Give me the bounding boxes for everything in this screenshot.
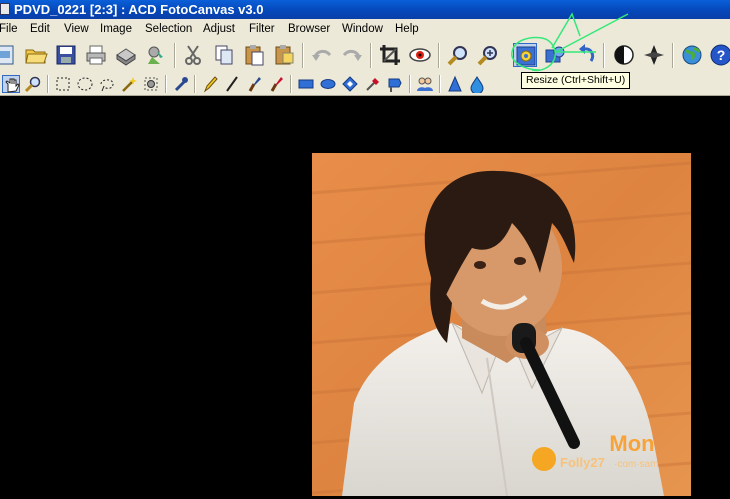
menu-edit[interactable]: Edit [30, 19, 50, 39]
separator [439, 75, 441, 93]
cut-icon[interactable] [181, 43, 205, 67]
app-icon[interactable] [0, 3, 10, 15]
separator [672, 43, 674, 68]
separator [438, 43, 440, 68]
separator [603, 43, 605, 68]
contrast-icon[interactable] [612, 43, 636, 67]
eyedropper-icon[interactable] [172, 75, 190, 93]
separator [174, 43, 176, 68]
resize-icon[interactable] [513, 43, 537, 67]
separator [165, 75, 167, 93]
sharpen-tool-icon[interactable] [446, 75, 464, 93]
paste-icon[interactable] [242, 43, 266, 67]
watermark-logo: Mon [609, 431, 654, 456]
flip-icon[interactable] [573, 43, 597, 67]
separator [290, 75, 292, 93]
main-toolbar: ? [0, 39, 730, 72]
web-icon[interactable] [680, 43, 704, 67]
new-icon[interactable] [0, 43, 18, 67]
menu-help[interactable]: Help [395, 19, 419, 39]
undo-icon[interactable] [310, 43, 334, 67]
clone-icon[interactable] [142, 75, 160, 93]
sharpen-icon[interactable] [642, 43, 666, 67]
separator [47, 75, 49, 93]
polygon-icon[interactable] [341, 75, 359, 93]
print-icon[interactable] [84, 43, 108, 67]
resize-tooltip: Resize (Ctrl+Shift+U) [521, 72, 631, 89]
zoom-tool-icon[interactable] [24, 75, 42, 93]
menu-file[interactable]: File [0, 19, 18, 39]
rect-select-icon[interactable] [54, 75, 72, 93]
menu-adjust[interactable]: Adjust [203, 19, 235, 39]
airbrush-icon[interactable] [267, 75, 285, 93]
magic-wand-icon[interactable] [120, 75, 138, 93]
menu-browser[interactable]: Browser [288, 19, 330, 39]
separator [194, 75, 196, 93]
watermark-site: Folly27 [560, 455, 605, 470]
photo-image[interactable]: Mon Folly27 ·com·sam [312, 153, 691, 496]
line-icon[interactable] [223, 75, 241, 93]
lasso-icon[interactable] [98, 75, 116, 93]
help-icon[interactable]: ? [709, 43, 730, 67]
zoom-out-icon[interactable] [446, 43, 470, 67]
menu-view[interactable]: View [64, 19, 89, 39]
separator [302, 43, 304, 68]
menu-filter[interactable]: Filter [249, 19, 275, 39]
ellipse-select-icon[interactable] [76, 75, 94, 93]
menu-bar: File Edit View Image Selection Adjust Fi… [0, 19, 730, 39]
separator [409, 75, 411, 93]
menu-window[interactable]: Window [342, 19, 383, 39]
blur-tool-icon[interactable] [468, 75, 486, 93]
fill-icon[interactable] [364, 75, 382, 93]
rotate-icon[interactable] [543, 43, 567, 67]
svg-text:?: ? [717, 47, 726, 63]
menu-image[interactable]: Image [100, 19, 132, 39]
pencil-icon[interactable] [201, 75, 219, 93]
ellipse-icon[interactable] [319, 75, 337, 93]
watermark-domain: ·com·sam [614, 459, 658, 470]
rectangle-icon[interactable] [297, 75, 315, 93]
scan-icon[interactable] [114, 43, 138, 67]
copy-icon[interactable] [212, 43, 236, 67]
hand-tool-icon[interactable] [2, 75, 20, 93]
save-icon[interactable] [54, 43, 78, 67]
title-bar: PDVD_0221 [2:3] : ACD FotoCanvas v3.0 [0, 0, 730, 19]
text-icon[interactable] [386, 75, 404, 93]
people-icon[interactable] [416, 75, 434, 93]
menu-selection[interactable]: Selection [145, 19, 192, 39]
separator [370, 43, 372, 68]
window-title: PDVD_0221 [2:3] : ACD FotoCanvas v3.0 [14, 2, 264, 17]
redo-icon[interactable] [340, 43, 364, 67]
brush-icon[interactable] [245, 75, 263, 93]
acquire-icon[interactable] [144, 43, 168, 67]
zoom-in-icon[interactable] [476, 43, 500, 67]
paste-new-icon[interactable] [272, 43, 296, 67]
red-eye-icon[interactable] [408, 43, 432, 67]
open-icon[interactable] [24, 43, 48, 67]
crop-icon[interactable] [378, 43, 402, 67]
